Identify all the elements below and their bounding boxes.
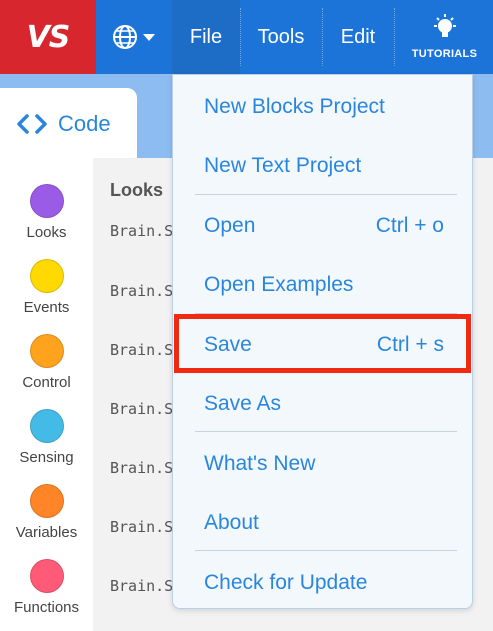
category-dot — [29, 334, 64, 368]
save-highlight-box — [174, 314, 471, 373]
edit-menu-label: Edit — [340, 25, 376, 48]
category-dot — [29, 184, 64, 218]
menu-item-label: New Text Project — [204, 154, 362, 177]
section-title: Looks — [110, 180, 164, 200]
vexcode-logo[interactable]: VS — [0, 0, 96, 74]
tools-menu-button[interactable]: Tools — [240, 0, 322, 74]
category-label: Control — [22, 374, 71, 391]
chevron-down-icon — [143, 34, 155, 41]
top-menu-bar: VS File Tools Edit TUTORIALS — [0, 0, 493, 74]
tutorials-label: TUTORIALS — [411, 48, 478, 60]
menu-item-save-as[interactable]: Save As — [173, 375, 472, 433]
menu-item-label: New Blocks Project — [204, 95, 385, 118]
menu-item-open[interactable]: Open Ctrl + o — [173, 197, 472, 255]
menu-item-new-blocks-project[interactable]: New Blocks Project — [173, 78, 472, 136]
category-sidebar: Looks Events Control Sensing Variables F… — [0, 158, 93, 631]
menu-item-shortcut: Ctrl + o — [375, 214, 444, 237]
category-label: Events — [23, 299, 70, 316]
menu-divider — [195, 431, 457, 432]
language-button[interactable] — [96, 0, 172, 74]
tools-menu-label: Tools — [257, 25, 305, 48]
menu-item-label: Save As — [204, 392, 282, 415]
file-menu-button[interactable]: File — [172, 0, 240, 74]
globe-icon — [113, 25, 137, 49]
menu-item-label: Open Examples — [204, 273, 354, 296]
tab-code[interactable]: Code — [0, 88, 137, 160]
category-functions[interactable]: Functions — [0, 545, 93, 620]
edit-menu-button[interactable]: Edit — [322, 0, 394, 74]
category-dot — [29, 259, 64, 293]
category-sensing[interactable]: Sensing — [0, 395, 93, 470]
category-label: Sensing — [19, 449, 74, 466]
category-events[interactable]: Events — [0, 245, 93, 320]
category-variables[interactable]: Variables — [0, 470, 93, 545]
logo-text: VS — [26, 19, 71, 55]
category-label: Functions — [13, 599, 80, 616]
tutorials-button[interactable]: TUTORIALS — [396, 0, 493, 74]
category-label: Variables — [15, 524, 78, 541]
category-label: Looks — [26, 224, 67, 241]
menu-item-whats-new[interactable]: What's New — [173, 435, 472, 493]
menu-item-label: Open — [204, 214, 256, 237]
category-control[interactable]: Control — [0, 320, 93, 395]
code-brackets-icon — [17, 114, 47, 134]
category-looks[interactable]: Looks — [0, 170, 93, 245]
menu-item-check-for-update[interactable]: Check for Update — [173, 554, 472, 612]
menu-divider — [394, 8, 395, 66]
menu-item-about[interactable]: About — [173, 494, 472, 552]
file-menu-label: File — [189, 25, 223, 48]
tab-code-label: Code — [58, 111, 111, 136]
lightbulb-icon — [433, 14, 456, 37]
category-dot — [29, 559, 64, 593]
menu-item-new-text-project[interactable]: New Text Project — [173, 137, 472, 195]
menu-item-label: What's New — [204, 452, 316, 475]
menu-divider — [195, 194, 457, 195]
category-dot — [29, 409, 64, 443]
menu-divider — [195, 550, 457, 551]
category-dot — [29, 484, 64, 518]
menu-item-label: Check for Update — [204, 571, 368, 594]
menu-item-open-examples[interactable]: Open Examples — [173, 256, 472, 314]
menu-item-label: About — [204, 511, 259, 534]
